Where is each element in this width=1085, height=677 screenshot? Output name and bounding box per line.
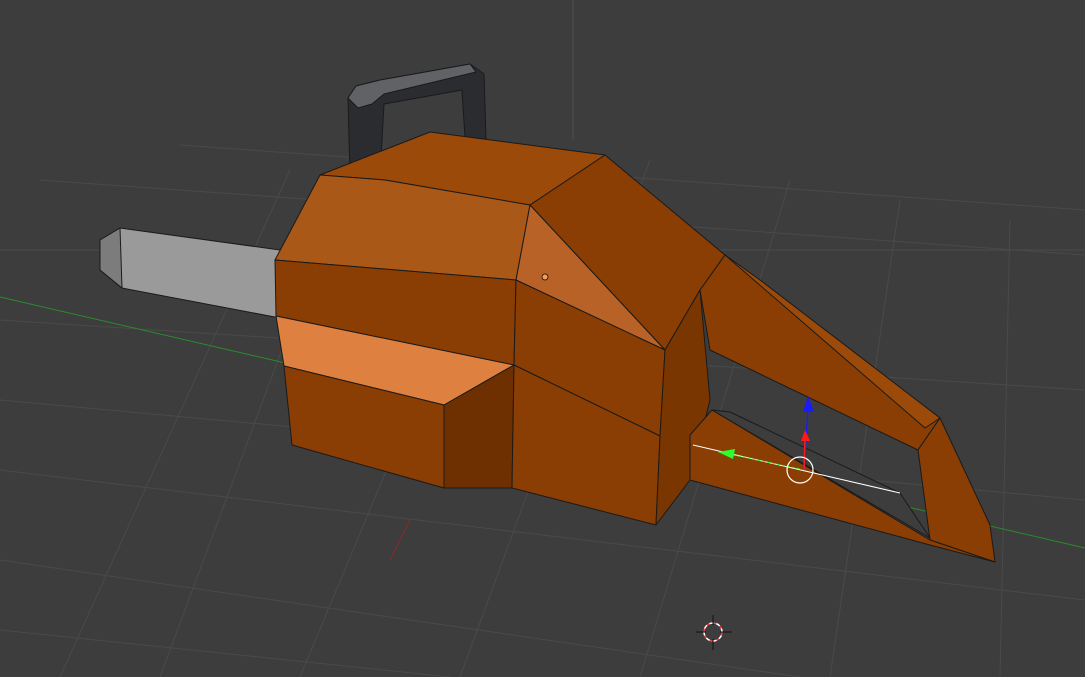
3d-viewport[interactable] (0, 0, 1085, 677)
viewport-canvas[interactable] (0, 0, 1085, 677)
object-origin-dot (541, 273, 549, 281)
x-axis-handle-line (803, 439, 806, 471)
